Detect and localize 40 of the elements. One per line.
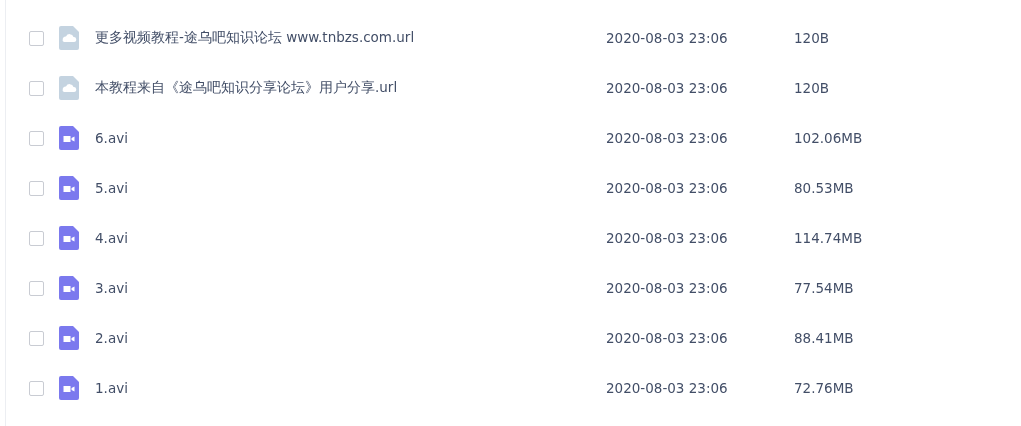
video-file-icon xyxy=(59,176,79,200)
file-name[interactable]: 2.avi xyxy=(95,330,606,346)
checkbox[interactable] xyxy=(29,130,44,146)
video-file-icon xyxy=(59,326,79,350)
checkbox[interactable] xyxy=(29,30,44,46)
video-file-icon xyxy=(59,276,79,300)
checkbox[interactable] xyxy=(29,330,44,346)
file-size: 102.06MB xyxy=(794,130,863,146)
checkbox[interactable] xyxy=(29,180,44,196)
file-date: 2020-08-03 23:06 xyxy=(606,380,729,396)
file-size: 77.54MB xyxy=(794,280,854,296)
file-size: 120B xyxy=(794,80,830,96)
file-name[interactable]: 4.avi xyxy=(95,230,606,246)
checkbox[interactable] xyxy=(29,80,44,96)
video-file-icon xyxy=(59,226,79,250)
file-date: 2020-08-03 23:06 xyxy=(606,230,729,246)
video-file-icon xyxy=(59,376,79,400)
file-date: 2020-08-03 23:06 xyxy=(606,80,729,96)
cloud-file-icon xyxy=(59,76,79,100)
file-name[interactable]: 3.avi xyxy=(95,280,606,296)
cloud-file-icon xyxy=(59,26,79,50)
file-date: 2020-08-03 23:06 xyxy=(606,30,729,46)
checkbox[interactable] xyxy=(29,230,44,246)
file-name[interactable]: 本教程来自《途乌吧知识分享论坛》用户分享.url xyxy=(95,79,606,97)
file-name[interactable]: 更多视频教程-途乌吧知识论坛 www.tnbzs.com.url xyxy=(95,29,606,47)
file-size: 80.53MB xyxy=(794,180,854,196)
file-date: 2020-08-03 23:06 xyxy=(606,280,729,296)
checkbox[interactable] xyxy=(29,280,44,296)
file-date: 2020-08-03 23:06 xyxy=(606,330,729,346)
file-date: 2020-08-03 23:06 xyxy=(606,180,729,196)
file-size: 120B xyxy=(794,30,830,46)
file-date: 2020-08-03 23:06 xyxy=(606,130,729,146)
file-size: 72.76MB xyxy=(794,380,854,396)
file-name[interactable]: 5.avi xyxy=(95,180,606,196)
file-name[interactable]: 6.avi xyxy=(95,130,606,146)
checkbox[interactable] xyxy=(29,380,44,396)
file-size: 114.74MB xyxy=(794,230,863,246)
file-name[interactable]: 1.avi xyxy=(95,380,606,396)
file-size: 88.41MB xyxy=(794,330,854,346)
video-file-icon xyxy=(59,126,79,150)
